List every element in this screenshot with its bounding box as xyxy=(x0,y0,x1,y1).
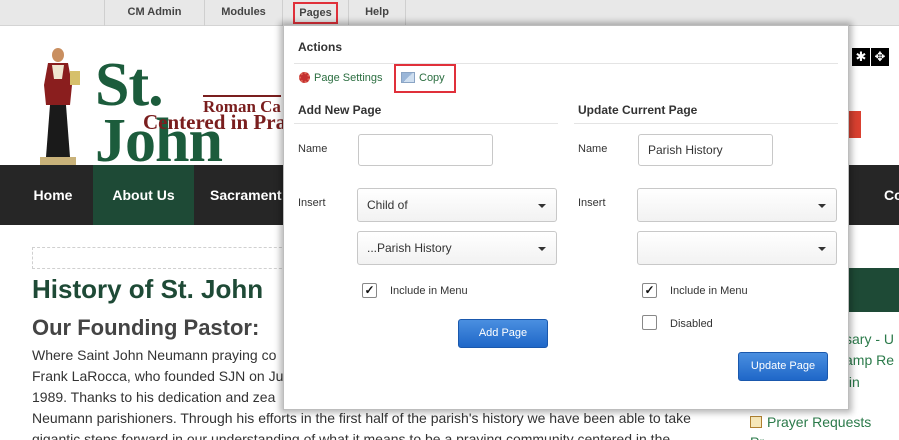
update-page-button[interactable]: Update Page xyxy=(738,352,828,381)
admin-menu-pages-label: Pages xyxy=(293,2,338,24)
add-page-button[interactable]: Add Page xyxy=(458,319,548,348)
update-insert-label: Insert xyxy=(578,197,606,209)
body-text-line: Frank LaRocca, who founded SJN on Ju xyxy=(32,368,284,384)
page-settings-label: Page Settings xyxy=(314,72,383,84)
body-text-line: 1989. Thanks to his dedication and zea xyxy=(32,389,276,405)
prayer-requests-label: Prayer Requests xyxy=(767,414,872,430)
prayer-requests-link[interactable]: Prayer Requests xyxy=(750,414,871,430)
disabled-label: Disabled xyxy=(670,318,713,330)
page-title: History of St. John xyxy=(32,274,264,304)
body-text-line: Where Saint John Neumann praying co xyxy=(32,347,277,363)
sidebar-link[interactable]: sary - U xyxy=(845,331,894,347)
site-logo[interactable]: St. John Roman Ca Centered in Pra xyxy=(95,54,295,172)
add-insert-select[interactable]: Child of xyxy=(357,188,557,222)
nav-contact[interactable]: Co xyxy=(884,165,899,225)
settings-gear-icon xyxy=(299,72,310,83)
logo-subtitle-2: Centered in Pra xyxy=(143,110,287,134)
chevron-down-icon xyxy=(818,247,826,251)
admin-menu-modules[interactable]: Modules xyxy=(204,0,282,26)
divider xyxy=(294,123,558,124)
admin-menu-cm-admin[interactable]: CM Admin xyxy=(104,0,204,26)
update-name-label: Name xyxy=(578,143,608,155)
header-red-button[interactable] xyxy=(849,111,861,138)
saint-statue-image xyxy=(40,48,80,165)
header-tool-icons: ✱ ✥ xyxy=(851,48,889,66)
divider xyxy=(574,123,838,124)
admin-menu-help[interactable]: Help xyxy=(348,0,406,26)
add-include-in-menu-label: Include in Menu xyxy=(390,285,468,297)
admin-bar: CM Admin Modules Pages Help xyxy=(0,0,899,26)
admin-menu-pages[interactable]: Pages xyxy=(282,0,348,26)
move-icon[interactable]: ✥ xyxy=(871,48,889,66)
body-text-line: Neumann parishioners. Through his effort… xyxy=(32,410,691,426)
update-name-input[interactable]: Parish History xyxy=(638,134,773,166)
add-insert-label: Insert xyxy=(298,197,326,209)
add-include-in-menu-checkbox[interactable]: ✓ xyxy=(362,283,377,298)
gear-icon[interactable]: ✱ xyxy=(852,48,870,66)
disabled-checkbox[interactable] xyxy=(642,315,657,330)
copy-page-link[interactable]: Copy xyxy=(394,64,456,93)
update-current-page-title: Update Current Page xyxy=(578,103,698,117)
add-insert-value: Child of xyxy=(367,198,408,212)
add-new-page-title: Add New Page xyxy=(298,103,382,117)
body-text-line: gigantic steps forward in our understand… xyxy=(32,431,671,440)
nav-home[interactable]: Home xyxy=(14,165,92,225)
copy-label: Copy xyxy=(419,72,445,84)
add-name-label: Name xyxy=(298,143,328,155)
editable-region[interactable] xyxy=(32,247,302,269)
chevron-down-icon xyxy=(538,247,546,251)
update-include-in-menu-checkbox[interactable]: ✓ xyxy=(642,283,657,298)
chevron-down-icon xyxy=(538,204,546,208)
sidebar-header-block xyxy=(845,268,899,312)
add-parent-select[interactable]: ...Parish History xyxy=(357,231,557,265)
chevron-down-icon xyxy=(818,204,826,208)
nav-sacraments[interactable]: Sacrament xyxy=(210,165,290,225)
sidebar-link[interactable]: Pr xyxy=(750,434,764,440)
sidebar-link[interactable]: amp Re xyxy=(845,352,894,368)
update-include-in-menu-label: Include in Menu xyxy=(670,285,748,297)
page-subtitle: Our Founding Pastor: xyxy=(32,315,260,340)
note-icon xyxy=(750,416,762,428)
copy-icon xyxy=(401,72,415,83)
pages-panel: Actions Page Settings Copy Add New Page … xyxy=(283,25,849,410)
update-parent-select[interactable] xyxy=(637,231,837,265)
update-insert-select[interactable] xyxy=(637,188,837,222)
divider xyxy=(294,63,838,64)
nav-about-us[interactable]: About Us xyxy=(93,165,194,225)
page-settings-link[interactable]: Page Settings xyxy=(299,72,383,84)
add-name-input[interactable] xyxy=(358,134,493,166)
actions-title: Actions xyxy=(298,40,343,54)
add-parent-value: ...Parish History xyxy=(367,241,452,255)
